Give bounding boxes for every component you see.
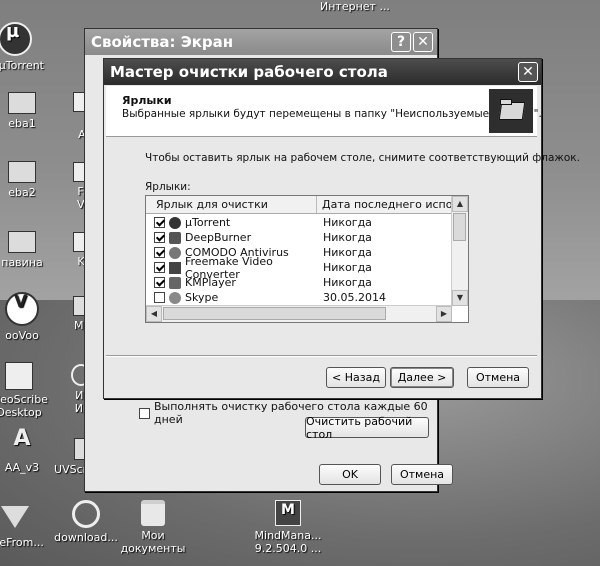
desktop-icon-my-documents[interactable]: Мои документы — [118, 500, 188, 555]
wizard-instruction: Чтобы оставить ярлык на рабочем столе, с… — [145, 152, 580, 164]
scroll-left-arrow-icon[interactable]: ◀ — [146, 306, 162, 322]
table-row[interactable]: µTorrent Никогда — [146, 215, 456, 230]
listview-header: Ярлык для очистки Дата последнего исполь… — [146, 196, 456, 214]
wizard-titlebar[interactable]: Мастер очистки рабочего стола ✕ — [104, 59, 541, 85]
aa-icon: A — [13, 426, 31, 451]
display-ok-button[interactable]: OK — [319, 464, 381, 485]
row-name: DeepBurner — [185, 231, 252, 244]
videoscribe-icon — [5, 362, 33, 390]
skype-icon — [169, 291, 181, 304]
wizard-header-title: Ярлыки — [122, 94, 172, 107]
desktop-icon-aa-v3[interactable]: A AA_v3 — [0, 426, 57, 475]
desktop-icon-savefrom[interactable]: aveFrom... — [0, 500, 50, 549]
back-button[interactable]: < Назад — [326, 367, 386, 388]
row-name: Skype — [185, 291, 219, 304]
desktop-icon-mindmanager[interactable]: M MindMana... 9.2.504.0 ... — [248, 500, 328, 555]
utorrent-icon: µ — [0, 22, 32, 56]
desktop-icon-utorrent[interactable]: µ µTorrent — [0, 22, 50, 72]
scroll-down-arrow-icon[interactable]: ▼ — [452, 290, 468, 306]
row-date: Никогда — [323, 261, 372, 274]
row-name: µTorrent — [185, 216, 231, 229]
display-close-button[interactable]: ✕ — [413, 32, 433, 52]
shortcuts-listview[interactable]: Ярлык для очистки Дата последнего исполь… — [145, 195, 469, 323]
scroll-right-arrow-icon[interactable]: ▶ — [436, 306, 452, 322]
cleanup-schedule-checkbox[interactable] — [139, 407, 150, 419]
horizontal-scroll-thumb[interactable] — [163, 307, 386, 320]
wizard-close-button[interactable]: ✕ — [518, 62, 538, 82]
oovoo-icon: V — [5, 292, 39, 326]
row-date: Никогда — [323, 276, 372, 289]
mindmanager-icon: M — [275, 500, 301, 526]
row-date: Никогда — [323, 246, 372, 259]
shortcuts-list-label: Ярлыки: — [145, 181, 191, 193]
freemake-icon — [169, 261, 181, 274]
kmplayer-icon — [169, 276, 181, 289]
vertical-scroll-thumb[interactable] — [453, 213, 466, 241]
deepburner-icon — [169, 231, 181, 244]
image-file-icon — [8, 161, 36, 183]
my-documents-icon — [141, 500, 165, 526]
vertical-scrollbar[interactable]: ▲ ▼ — [451, 196, 468, 306]
wizard-title: Мастер очистки рабочего стола — [110, 63, 388, 81]
next-button[interactable]: Далее > — [390, 367, 454, 388]
table-row[interactable]: Skype 30.05.2014 — [146, 290, 456, 305]
image-file-icon — [8, 92, 36, 114]
row-date: Никогда — [323, 231, 372, 244]
row-checkbox[interactable] — [154, 262, 165, 273]
scroll-up-arrow-icon[interactable]: ▲ — [452, 196, 468, 212]
horizontal-scrollbar[interactable]: ◀ ▶ — [146, 305, 452, 322]
row-date: Никогда — [323, 216, 372, 229]
row-date: 30.05.2014 — [323, 291, 386, 304]
column-header-last-used[interactable]: Дата последнего использов — [317, 196, 456, 213]
row-checkbox[interactable] — [154, 232, 165, 243]
table-row[interactable]: KMPlayer Никогда — [146, 275, 456, 290]
wizard-header: Ярлыки Выбранные ярлыки будут перемещены… — [106, 86, 542, 137]
utorrent-icon — [169, 216, 181, 229]
image-file-icon — [8, 231, 36, 253]
clean-desktop-button[interactable]: Очистить рабочий стол — [305, 415, 429, 441]
cleanup-wizard-window: Мастер очистки рабочего стола ✕ Ярлыки В… — [103, 58, 580, 399]
desktop-icon-internet[interactable]: Интернет ... — [310, 0, 390, 13]
download-arrow-icon — [1, 506, 29, 528]
row-name: KMPlayer — [185, 276, 236, 289]
folder-icon — [489, 89, 533, 133]
display-cancel-button[interactable]: Отмена — [391, 464, 453, 485]
help-button[interactable]: ? — [391, 32, 411, 52]
display-properties-titlebar[interactable]: Свойства: Экран ? ✕ — [85, 29, 437, 55]
display-properties-title: Свойства: Экран — [91, 33, 234, 51]
row-checkbox[interactable] — [154, 217, 165, 228]
wizard-separator — [106, 355, 537, 357]
row-checkbox[interactable] — [154, 292, 165, 303]
table-row[interactable]: DeepBurner Никогда — [146, 230, 456, 245]
row-checkbox[interactable] — [154, 277, 165, 288]
table-row[interactable]: Freemake Video Converter Никогда — [146, 255, 456, 281]
wizard-cancel-button[interactable]: Отмена — [467, 367, 529, 388]
download-icon — [72, 500, 100, 528]
desktop-icon-download[interactable]: download... — [51, 500, 121, 544]
column-header-shortcut[interactable]: Ярлык для очистки — [146, 196, 317, 213]
wizard-header-description: Выбранные ярлыки будут перемещены в папк… — [122, 108, 542, 120]
